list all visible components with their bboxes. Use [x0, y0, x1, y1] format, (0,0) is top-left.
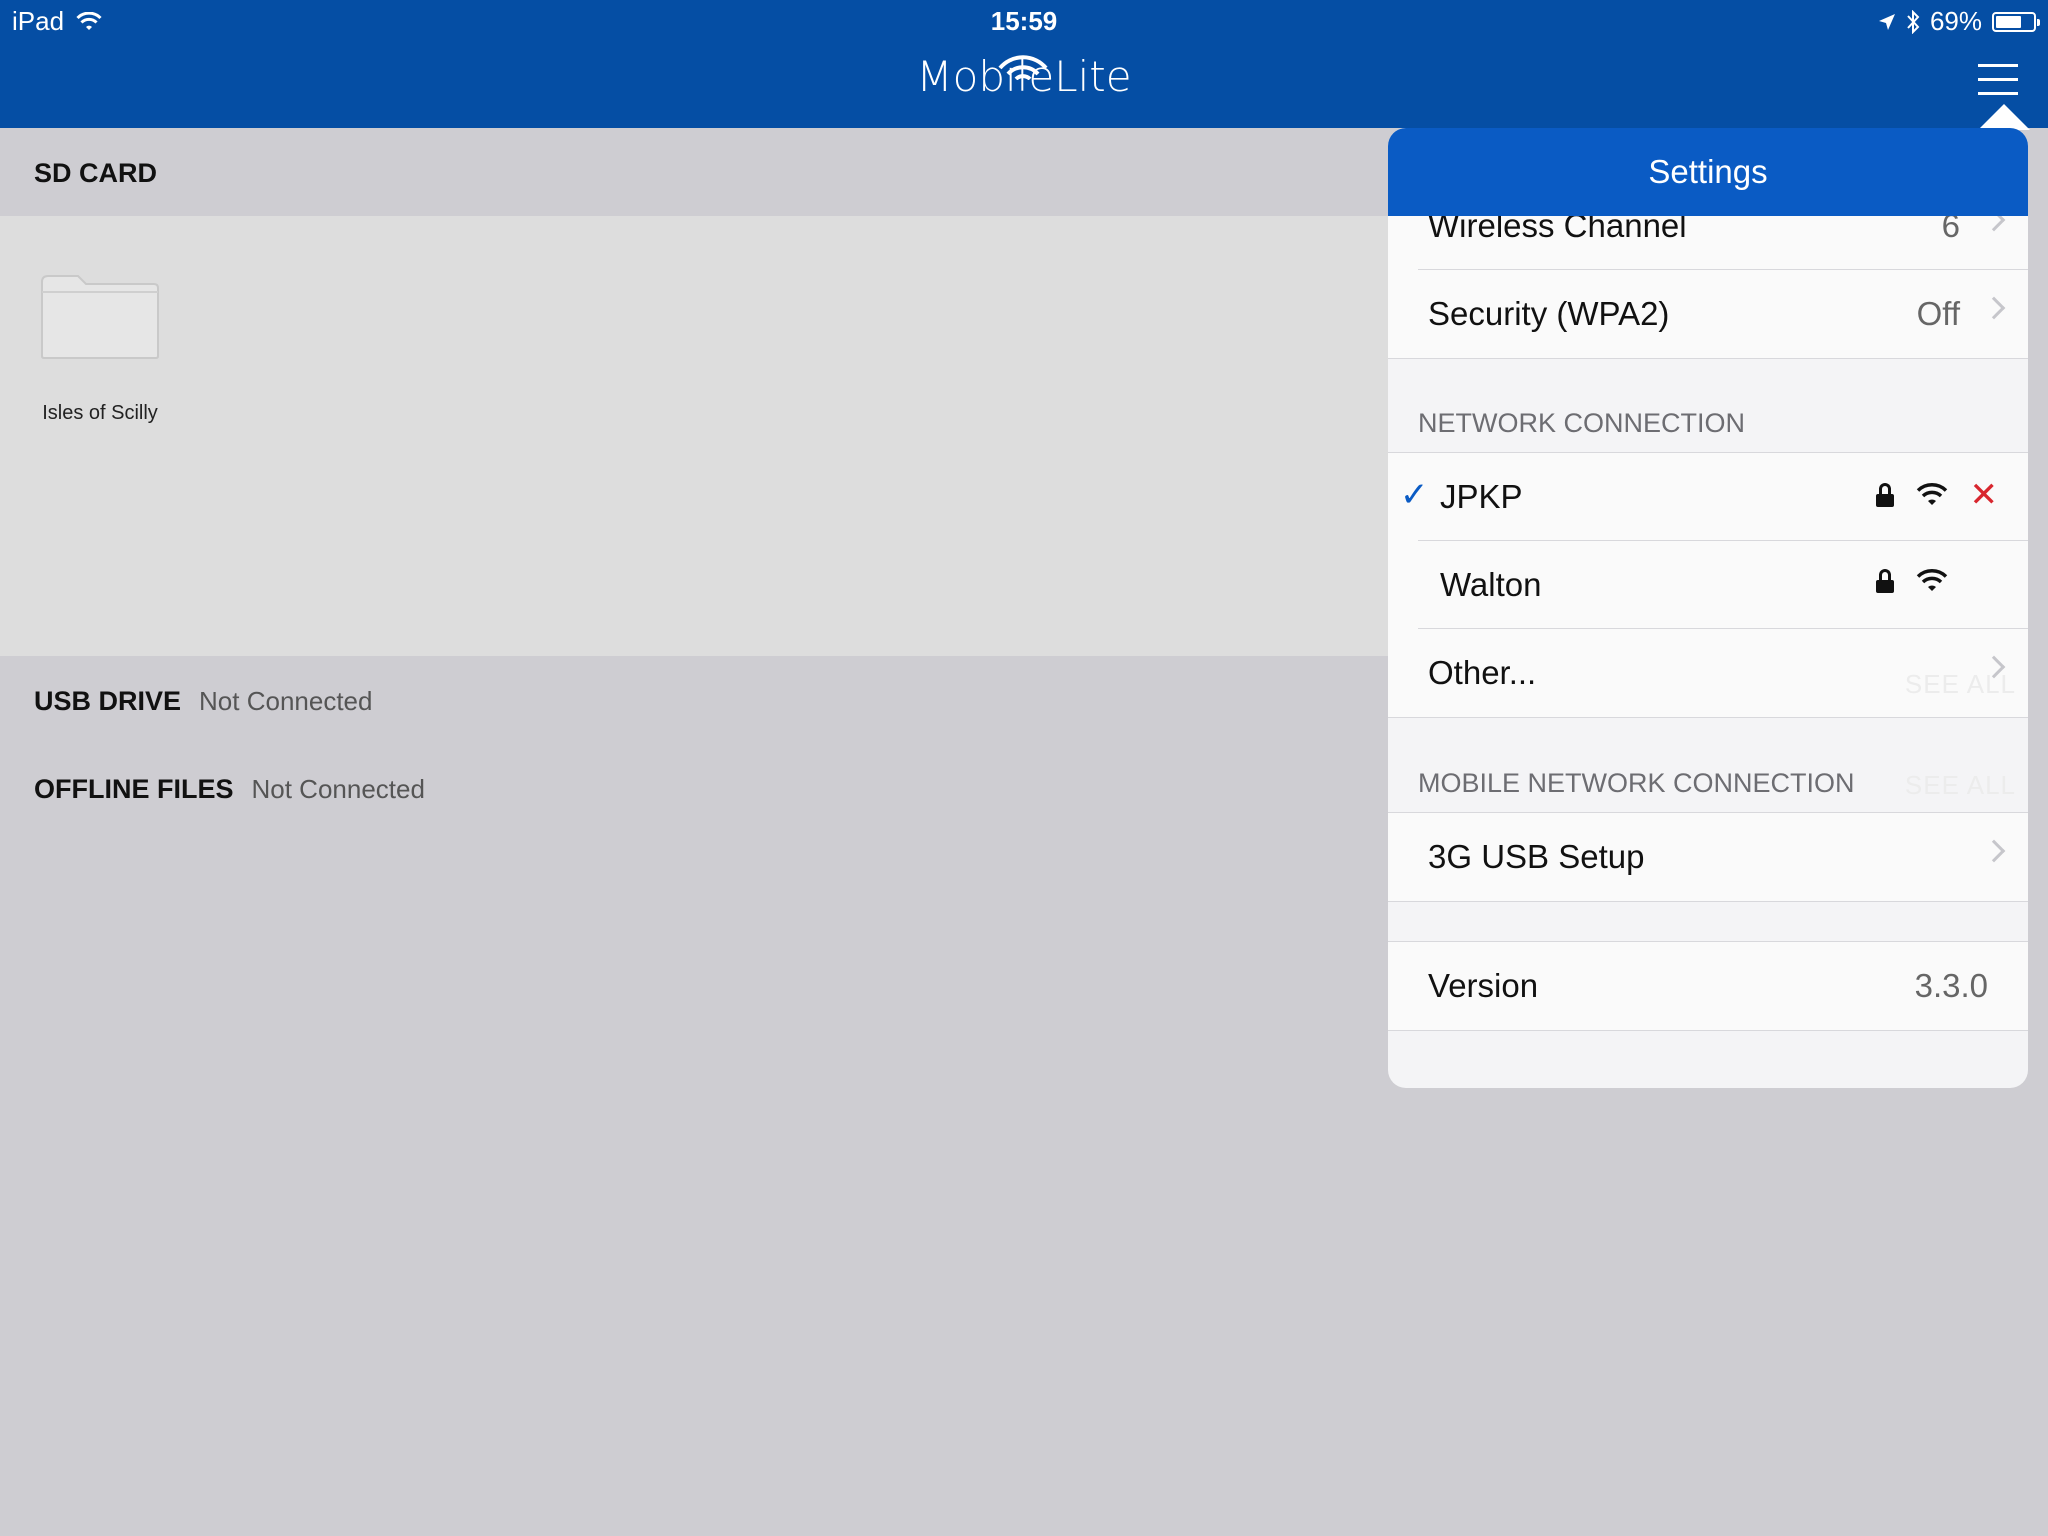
chevron-right-icon: [1982, 839, 2006, 863]
usb-drive-title: USB DRIVE: [34, 686, 182, 716]
ghost-see-all-text: SEE ALL: [1904, 770, 2016, 800]
settings-title: Settings: [1388, 128, 2028, 216]
version-value: 3.3.0: [1914, 967, 1988, 1004]
ghost-see-all-text: SEE ALL: [1904, 669, 2016, 699]
network-icons: [1876, 569, 1948, 593]
location-icon: [1878, 13, 1895, 30]
usb-3g-setup-label: 3G USB Setup: [1428, 838, 1645, 875]
network-row-jpkp[interactable]: ✓ JPKP ✕: [1388, 453, 2028, 541]
sd-card-content: Isles of Scilly: [0, 216, 1400, 656]
hamburger-menu-icon[interactable]: [1978, 64, 2018, 98]
security-value: Off: [1916, 295, 1960, 332]
sd-card-header: SD CARD: [0, 128, 1400, 216]
network-row-walton[interactable]: Walton: [1388, 541, 2028, 629]
disconnect-icon[interactable]: ✕: [1970, 478, 1999, 512]
folder-icon: [41, 275, 159, 359]
offline-files-row[interactable]: OFFLINE FILES Not Connected: [34, 774, 425, 805]
status-time: 15:59: [990, 6, 1058, 36]
wifi-signal-icon: [1916, 569, 1948, 591]
security-row[interactable]: Security (WPA2) Off: [1388, 270, 2028, 358]
status-bar-right: 69%: [1878, 6, 2040, 37]
offline-files-title: OFFLINE FILES: [34, 774, 234, 804]
usb-drive-row[interactable]: USB DRIVE Not Connected: [34, 686, 372, 717]
lock-icon: [1876, 569, 1894, 593]
mobile-network-title: MOBILE NETWORK CONNECTION: [1418, 768, 1855, 798]
network-icons: ✕: [1875, 478, 1999, 512]
wifi-signal-icon: [1916, 483, 1947, 505]
logo-wifi-icon: [998, 55, 1048, 80]
settings-popover: Settings Wireless Channel 6 Security (WP…: [1388, 128, 2028, 1088]
usb-3g-setup-row[interactable]: 3G USB Setup: [1388, 813, 2028, 901]
version-row: Version 3.3.0: [1388, 942, 2028, 1030]
chevron-right-icon: [1982, 296, 2006, 320]
sd-card-title: SD CARD: [34, 158, 158, 188]
other-network-row[interactable]: Other... SEE ALL: [1388, 629, 2028, 717]
battery-percent: 69%: [1929, 6, 1982, 36]
version-label: Version: [1428, 967, 1539, 1004]
app-logo: MobileLite: [0, 52, 2048, 101]
top-bar: iPad 15:59 69% MobileLite: [0, 0, 2048, 128]
network-name: JPKP: [1440, 478, 1523, 515]
popover-arrow: [1978, 104, 2030, 130]
offline-files-status: Not Connected: [251, 774, 425, 804]
usb-drive-status: Not Connected: [199, 686, 373, 716]
lock-icon: [1875, 483, 1894, 507]
network-name: Walton: [1440, 566, 1542, 603]
checkmark-icon: ✓: [1400, 476, 1429, 514]
bluetooth-icon: [1907, 9, 1920, 34]
network-connection-title: NETWORK CONNECTION: [1418, 408, 1745, 438]
other-network-label: Other...: [1428, 654, 1537, 691]
security-label: Security (WPA2): [1428, 295, 1670, 332]
battery-icon: [1992, 11, 2040, 32]
folder-label: Isles of Scilly: [42, 402, 158, 424]
